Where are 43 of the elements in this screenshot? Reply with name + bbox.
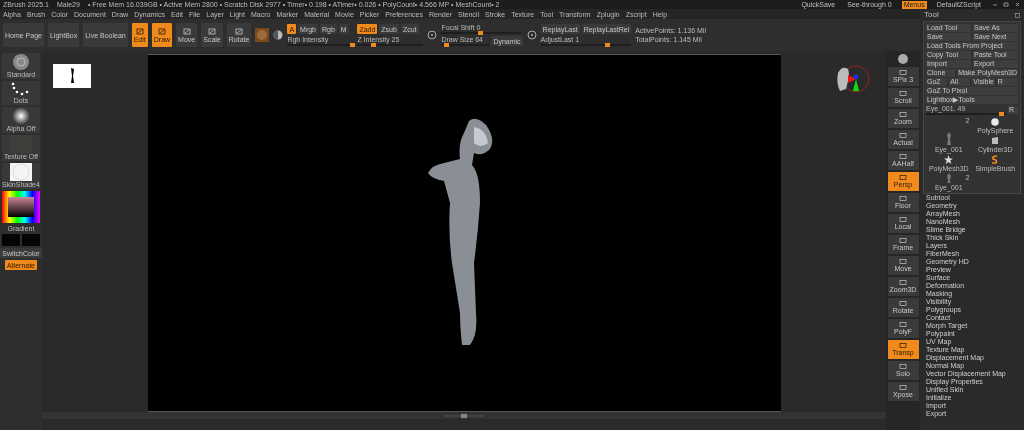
view-tool-icon [899, 301, 907, 306]
slider-thumb[interactable] [605, 43, 611, 47]
view-tool-icon [899, 91, 907, 96]
sphere-icon [991, 118, 1000, 126]
viewport[interactable] [147, 54, 781, 412]
view-tool-icon [899, 238, 907, 243]
figure-thumbnail-icon [944, 132, 953, 145]
color-picker[interactable] [2, 191, 40, 223]
view-tool-icon [899, 322, 907, 327]
slider-thumb[interactable] [478, 31, 484, 35]
view-tool-icon [899, 112, 907, 117]
panel-options-icon[interactable] [1015, 12, 1020, 18]
view-tool-icon [899, 217, 907, 222]
material-preview-icon [10, 163, 32, 181]
figure-thumbnail-icon [944, 173, 953, 183]
alpha-preview-icon [10, 107, 32, 125]
star-icon [944, 155, 954, 164]
view-tool-icon [899, 364, 907, 369]
view-tool-icon [899, 259, 907, 264]
replay-dial-icon[interactable] [526, 30, 537, 40]
brush-preview-icon [10, 53, 32, 71]
view-tool-icon [899, 175, 907, 180]
view-tool-icon [899, 343, 907, 348]
slider-thumb[interactable] [370, 43, 376, 47]
color-swatches-icon[interactable] [2, 234, 40, 246]
slider-thumb[interactable] [999, 112, 1004, 116]
cylinder-icon [991, 136, 1000, 145]
view-tool-icon [899, 385, 907, 390]
s-brush-icon [991, 155, 1000, 164]
render-sphere-icon[interactable] [896, 53, 910, 65]
view-tool-icon [899, 280, 907, 285]
slider-thumb[interactable] [444, 43, 450, 47]
view-tool-icon [899, 70, 907, 75]
view-tool-icon [899, 154, 907, 159]
view-tool-icon [899, 133, 907, 138]
panel-title: Tool [924, 11, 939, 19]
sphere-icon[interactable] [273, 30, 284, 40]
focal-dial-icon[interactable] [427, 30, 438, 40]
slider-thumb[interactable] [350, 43, 356, 47]
document-thumbnail[interactable] [53, 64, 91, 88]
window-controls-icon[interactable] [991, 2, 1021, 7]
material-sphere-icon[interactable] [255, 28, 270, 42]
view-tool-icon [899, 196, 907, 201]
